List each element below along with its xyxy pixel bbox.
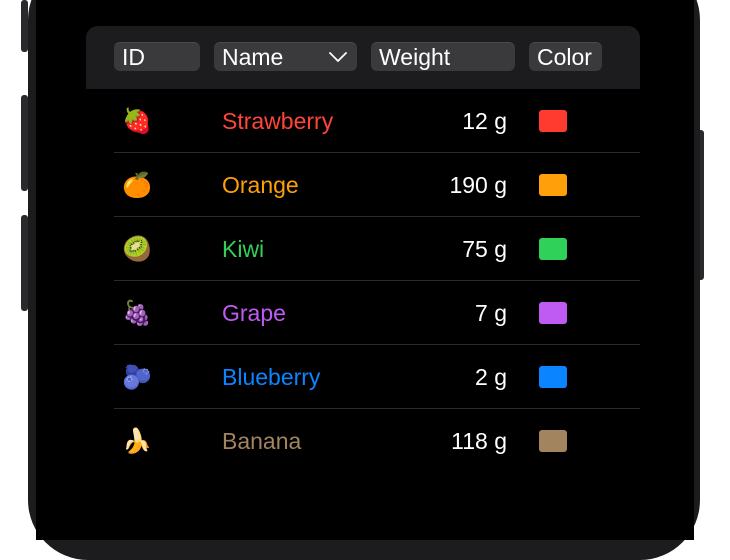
row-name: Grape <box>222 300 286 326</box>
grape-icon: 🍇 <box>122 299 152 327</box>
color-swatch <box>539 110 567 132</box>
table-row[interactable]: 🍊 Orange 190 g <box>114 153 640 217</box>
row-weight: 2 g <box>475 364 507 390</box>
column-header-color[interactable]: Color <box>529 42 602 71</box>
row-name: Orange <box>222 172 299 198</box>
row-weight: 12 g <box>462 108 507 134</box>
row-weight: 7 g <box>475 300 507 326</box>
strawberry-icon: 🍓 <box>122 107 152 135</box>
table-row[interactable]: 🍓 Strawberry 12 g <box>114 89 640 153</box>
column-header-name[interactable]: Name <box>214 42 357 71</box>
color-swatch <box>539 238 567 260</box>
table-header: ID Name Weight Color <box>86 26 640 89</box>
row-name: Strawberry <box>222 108 334 134</box>
kiwi-icon: 🥝 <box>122 235 152 263</box>
banana-icon: 🍌 <box>122 427 152 455</box>
orange-icon: 🍊 <box>122 171 152 199</box>
column-header-id[interactable]: ID <box>114 42 200 71</box>
fruit-table: ID Name Weight Color 🍓 Strawberry 12 g 🍊… <box>86 26 640 472</box>
chevron-down-icon <box>329 52 347 62</box>
row-name: Banana <box>222 428 302 454</box>
color-swatch <box>539 174 567 196</box>
table-body: 🍓 Strawberry 12 g 🍊 Orange 190 g 🥝 Kiwi … <box>86 89 640 472</box>
side-button-volume-down <box>21 215 28 311</box>
column-header-weight[interactable]: Weight <box>371 42 515 71</box>
table-row[interactable]: 🫐 Blueberry 2 g <box>114 345 640 409</box>
side-button-volume-up <box>21 95 28 191</box>
row-name: Blueberry <box>222 364 321 390</box>
color-swatch <box>539 430 567 452</box>
table-row[interactable]: 🍇 Grape 7 g <box>114 281 640 345</box>
row-weight: 190 g <box>449 172 507 198</box>
color-swatch <box>539 302 567 324</box>
row-weight: 118 g <box>451 428 507 454</box>
row-name: Kiwi <box>222 236 265 262</box>
table-row[interactable]: 🍌 Banana 118 g <box>114 409 640 472</box>
table-row[interactable]: 🥝 Kiwi 75 g <box>114 217 640 281</box>
row-weight: 75 g <box>462 236 507 262</box>
blueberry-icon: 🫐 <box>122 363 152 391</box>
side-button-silent <box>21 0 28 52</box>
color-swatch <box>539 366 567 388</box>
column-header-name-label: Name <box>222 44 284 70</box>
